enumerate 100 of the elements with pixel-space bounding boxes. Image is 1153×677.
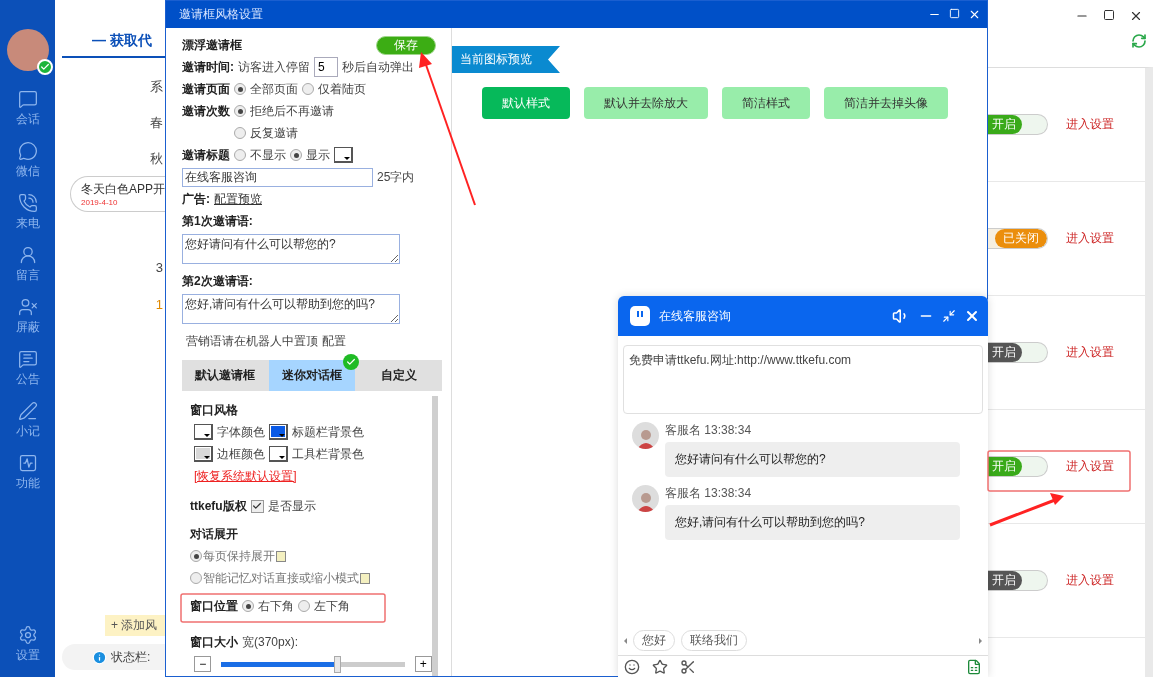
quick-reply-chip[interactable]: 您好 — [633, 630, 675, 651]
option-label: 工具栏背景色 — [292, 445, 364, 463]
agent-avatar — [632, 485, 659, 512]
person-blocked-icon — [17, 297, 38, 317]
gear-icon — [17, 625, 38, 645]
radio-button[interactable] — [234, 105, 246, 117]
option-label: 拒绝后不再邀请 — [250, 102, 334, 120]
label-text: 系 — [150, 78, 164, 96]
option-label: 右下角 — [258, 597, 294, 615]
option-label: 是否显示 — [267, 497, 316, 515]
add-style-button[interactable]: + 添加风 — [105, 615, 165, 636]
sidebar-item[interactable]: 屏蔽 — [15, 297, 40, 349]
spreadsheet-icon[interactable] — [966, 658, 982, 675]
settings-item[interactable]: 设置 — [15, 625, 40, 677]
online-badge — [36, 59, 53, 75]
radio-button[interactable] — [234, 149, 246, 161]
sidebar-item[interactable]: 会话 — [15, 89, 40, 141]
option-label: 不显示 — [250, 146, 286, 164]
agent-avatar — [632, 422, 659, 449]
width-label: 宽(370px): — [242, 633, 299, 651]
close-icon[interactable] — [1129, 9, 1143, 23]
message-input[interactable]: 您好请问有什么可以帮您的? — [182, 234, 400, 264]
option-label: 仅着陆页 — [318, 80, 366, 98]
sidebar-item[interactable]: 小记 — [15, 401, 40, 453]
color-picker[interactable] — [269, 424, 288, 440]
scissors-icon[interactable] — [680, 658, 696, 675]
field-label: 邀请页面 — [182, 80, 230, 98]
message-meta: 客服名 13:38:34 — [665, 422, 753, 439]
option-label: 全部页面 — [250, 80, 298, 98]
preview-link[interactable]: 配置预览 — [214, 190, 262, 208]
title-input[interactable]: 在线客服咨询 — [182, 167, 373, 187]
section-title: 漂浮邀请框 — [182, 36, 242, 54]
increase-button[interactable]: + — [414, 656, 432, 672]
scroll-right-icon[interactable] — [979, 637, 982, 644]
option-label: 字体颜色 — [217, 423, 265, 441]
help-icon — [276, 550, 286, 562]
radio-button[interactable] — [290, 149, 302, 161]
check-badge-icon — [343, 354, 360, 370]
settings-link[interactable]: 进入设置 — [1066, 458, 1114, 475]
title-bar: 邀请框风格设置 — [166, 1, 987, 28]
width-slider[interactable] — [221, 655, 405, 673]
star-icon[interactable] — [652, 658, 668, 675]
reset-link[interactable]: [恢复系统默认设置] — [194, 467, 297, 485]
message-meta: 客服名 13:38:34 — [665, 485, 753, 502]
field-label: ttkefu版权 — [190, 497, 247, 515]
speech-bubble-icon — [17, 141, 38, 161]
field-label: 广告: — [182, 190, 210, 208]
sidebar-item[interactable]: 来电 — [15, 193, 40, 245]
color-picker[interactable] — [269, 446, 288, 462]
close-icon[interactable] — [968, 8, 981, 21]
restore-icon[interactable] — [942, 309, 956, 323]
logo-icon — [629, 305, 651, 327]
field-label: 邀请标题 — [182, 146, 230, 164]
phone-icon — [17, 193, 38, 213]
color-picker[interactable] — [334, 147, 353, 163]
radio-button[interactable] — [302, 83, 314, 95]
field-label: 窗口大小 — [190, 633, 238, 651]
maximize-icon[interactable] — [1103, 9, 1115, 21]
chart-icon — [17, 453, 38, 473]
message-bubble: 您好,请问有什么可以帮助到您的吗? — [665, 505, 960, 540]
quick-reply-chip[interactable]: 联络我们 — [681, 630, 747, 651]
label-text: 秋 — [150, 150, 164, 168]
color-picker[interactable] — [194, 446, 213, 462]
color-picker[interactable] — [194, 424, 213, 440]
sidebar-item[interactable]: 微信 — [15, 141, 40, 193]
config-link[interactable]: 配置 — [322, 332, 346, 350]
radio-button[interactable] — [298, 600, 310, 612]
scroll-left-icon[interactable] — [624, 637, 627, 644]
field-label: 窗口位置 — [190, 597, 238, 615]
field-text: 秒后自动弹出 — [342, 58, 414, 76]
label-text: 春 — [150, 114, 164, 132]
emoji-icon[interactable] — [624, 658, 640, 675]
option-label: 显示 — [306, 146, 330, 164]
field-label: 邀请次数 — [182, 102, 230, 120]
sidebar-item[interactable]: 留言 — [15, 245, 40, 297]
radio-button[interactable] — [190, 572, 202, 584]
settings-link[interactable]: 进入设置 — [1066, 230, 1114, 247]
chat-title: 在线客服咨询 — [659, 307, 732, 325]
sidebar-item[interactable]: 公告 — [15, 349, 40, 401]
refresh-icon[interactable] — [1131, 33, 1147, 49]
message-input[interactable]: 您好,请问有什么可以帮助到您的吗? — [182, 294, 400, 324]
checkbox[interactable] — [250, 499, 264, 513]
style-option-button[interactable]: 默认并去除放大 — [584, 87, 708, 119]
radio-button[interactable] — [234, 83, 246, 95]
settings-link[interactable]: 进入设置 — [1066, 116, 1114, 133]
radio-button[interactable] — [190, 550, 202, 562]
field-label: 第1次邀请语: — [182, 212, 253, 230]
style-option-button[interactable]: 简洁并去掉头像 — [824, 87, 948, 119]
number-text: 3 — [155, 260, 164, 275]
group-title: 对话展开 — [190, 525, 238, 543]
sidebar-item[interactable]: 功能 — [15, 453, 40, 505]
field-label: 邀请时间: — [182, 58, 234, 76]
tab[interactable]: 迷你对话框 — [268, 360, 356, 391]
radio-button[interactable] — [242, 600, 254, 612]
delay-input[interactable]: 5 — [314, 57, 338, 77]
notice-icon — [17, 349, 38, 369]
tab[interactable]: — 获取代 — [92, 32, 165, 50]
style-option-button[interactable]: 简洁样式 — [722, 87, 810, 119]
decrease-button[interactable]: − — [194, 656, 212, 672]
radio-button[interactable] — [234, 127, 246, 139]
